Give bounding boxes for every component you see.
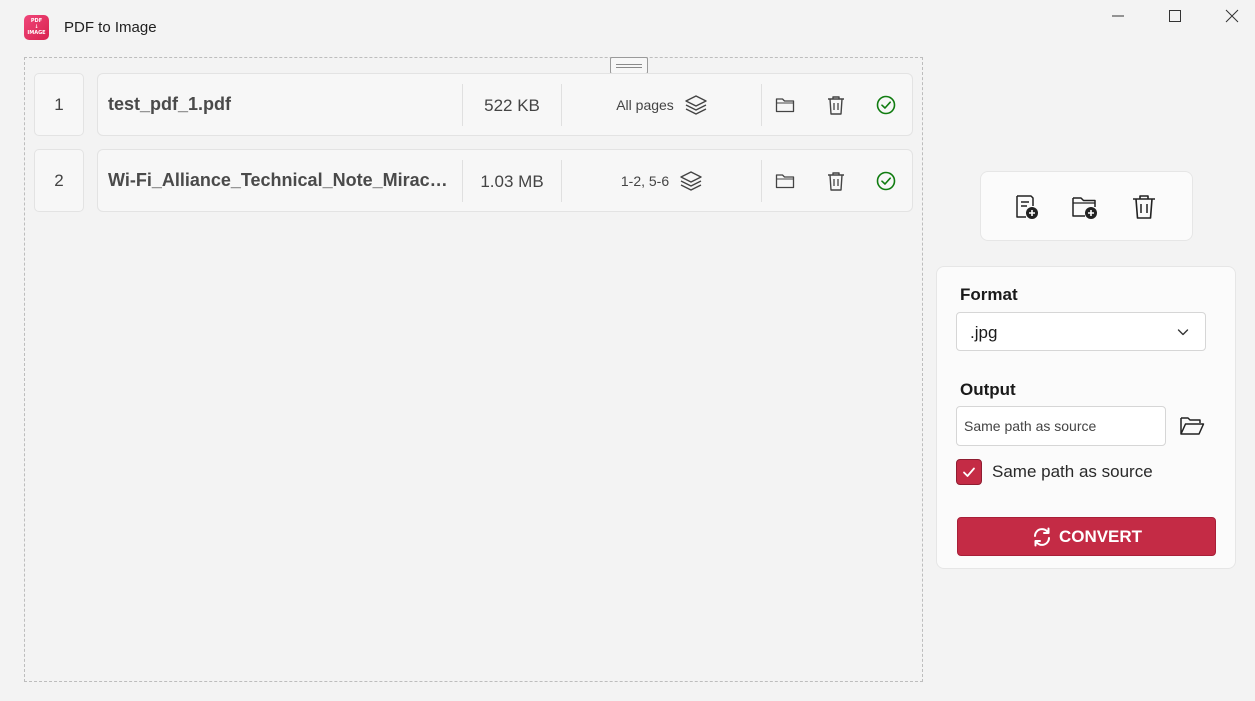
- check-circle-icon: [876, 95, 896, 115]
- clear-all-button[interactable]: [1129, 192, 1159, 222]
- add-file-button[interactable]: [1011, 192, 1041, 222]
- page-range-selector[interactable]: All pages: [564, 74, 760, 135]
- app-logo-icon: PDF ↓ IMAGE: [24, 15, 49, 40]
- check-circle-icon: [876, 171, 896, 191]
- same-path-label: Same path as source: [992, 462, 1153, 481]
- layers-icon: [685, 94, 707, 115]
- folder-icon: [775, 174, 795, 189]
- app-title: PDF to Image: [64, 19, 157, 36]
- layers-icon: [680, 170, 702, 191]
- browse-output-button[interactable]: [1177, 411, 1207, 441]
- conversion-settings: Format .jpg Output Same path as source S…: [936, 266, 1236, 569]
- folder-open-icon: [1180, 417, 1205, 435]
- open-folder-button[interactable]: [772, 168, 798, 194]
- minimize-button[interactable]: [1095, 4, 1141, 28]
- app-window: PDF ↓ IMAGE PDF to Image 1 test_pdf_1.pdf …: [0, 0, 1255, 701]
- open-folder-button[interactable]: [772, 92, 798, 118]
- add-folder-button[interactable]: [1070, 192, 1100, 222]
- file-size: 522 KB: [484, 96, 540, 115]
- checkmark-icon: [963, 467, 975, 477]
- close-icon: [1225, 9, 1239, 23]
- same-path-checkbox[interactable]: [956, 459, 982, 485]
- format-dropdown[interactable]: .jpg: [956, 312, 1206, 351]
- page-range-selector[interactable]: 1-2, 5-6: [564, 150, 760, 211]
- page-range-label: 1-2, 5-6: [620, 172, 670, 189]
- folder-icon: [775, 98, 795, 113]
- remove-file-button[interactable]: [823, 168, 849, 194]
- format-label: Format: [960, 285, 1018, 304]
- drag-handle[interactable]: [610, 57, 648, 74]
- refresh-icon: [1033, 527, 1050, 546]
- add-file-icon: [1016, 195, 1038, 219]
- file-size: 1.03 MB: [480, 172, 544, 191]
- file-card: Wi-Fi_Alliance_Technical_Note_Miracast_O…: [97, 149, 913, 212]
- trash-icon: [828, 96, 844, 115]
- chevron-down-icon: [1177, 329, 1189, 336]
- file-row: 2 Wi-Fi_Alliance_Technical_Note_Miracast…: [34, 149, 914, 212]
- output-label: Output: [960, 380, 1016, 399]
- add-folder-icon: [1072, 197, 1097, 219]
- status-complete-indicator: [873, 92, 899, 118]
- status-complete-indicator: [873, 168, 899, 194]
- trash-icon: [828, 172, 844, 191]
- close-button[interactable]: [1209, 4, 1255, 28]
- page-range-label: All pages: [616, 96, 674, 113]
- maximize-button[interactable]: [1152, 4, 1198, 28]
- file-name: test_pdf_1.pdf: [108, 94, 232, 114]
- output-path-input[interactable]: [956, 406, 1166, 446]
- format-value: .jpg: [970, 323, 998, 342]
- minimize-icon: [1112, 15, 1124, 17]
- row-index: 2: [34, 149, 84, 212]
- maximize-icon: [1169, 10, 1181, 22]
- convert-label: CONVERT: [1058, 526, 1143, 546]
- file-name: Wi-Fi_Alliance_Technical_Note_Miracast_O…: [108, 170, 454, 190]
- file-row: 1 test_pdf_1.pdf 522 KB All pages: [34, 73, 914, 136]
- clear-all-icon: [1133, 195, 1155, 219]
- file-actions-toolbar: [980, 171, 1193, 241]
- file-card: test_pdf_1.pdf 522 KB All pages: [97, 73, 913, 136]
- row-index: 1: [34, 73, 84, 136]
- convert-button[interactable]: CONVERT: [957, 517, 1216, 556]
- remove-file-button[interactable]: [823, 92, 849, 118]
